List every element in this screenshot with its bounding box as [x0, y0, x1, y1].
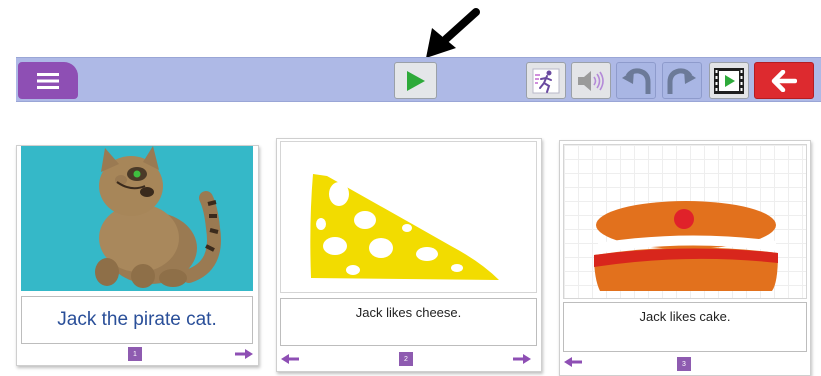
running-person-icon: [532, 68, 560, 93]
page-card[interactable]: Jack likes cake. 3: [559, 140, 811, 376]
caption-box[interactable]: Jack likes cheese.: [280, 298, 537, 346]
page-number: 2: [399, 352, 413, 366]
play-icon: [406, 70, 425, 91]
redo-icon: [667, 67, 696, 94]
back-button[interactable]: [754, 62, 814, 99]
page-card[interactable]: Jack likes cheese. 2: [276, 138, 542, 372]
undo-button[interactable]: [616, 62, 656, 99]
film-play-icon: [714, 67, 744, 94]
hamburger-icon: [37, 72, 59, 89]
play-button[interactable]: [394, 62, 437, 99]
caption-text: Jack the pirate cat.: [57, 309, 217, 330]
next-page-arrow-icon[interactable]: [235, 349, 253, 359]
previous-page-arrow-icon[interactable]: [281, 354, 299, 364]
caption-text: Jack likes cheese.: [355, 305, 462, 320]
undo-icon: [622, 67, 651, 94]
page-card[interactable]: Jack the pirate cat. 1: [16, 145, 259, 366]
next-page-arrow-icon[interactable]: [513, 354, 531, 364]
page-number: 1: [128, 347, 142, 361]
redo-button[interactable]: [662, 62, 702, 99]
sign-language-button[interactable]: [526, 62, 566, 99]
cat-picture: [21, 146, 253, 291]
caption-text: Jack likes cake.: [639, 309, 731, 324]
annotation-arrow-icon: [426, 8, 480, 58]
page-number: 3: [677, 357, 691, 371]
cheese-picture: [280, 141, 537, 293]
sound-button[interactable]: [571, 62, 611, 99]
previous-page-arrow-icon[interactable]: [564, 357, 582, 367]
cake-picture: [563, 144, 807, 299]
speaker-icon: [578, 70, 604, 91]
arrow-left-icon: [771, 69, 797, 92]
toolbar: [16, 57, 821, 102]
caption-box[interactable]: Jack likes cake.: [563, 302, 807, 352]
menu-button[interactable]: [18, 62, 78, 99]
caption-box[interactable]: Jack the pirate cat.: [21, 296, 253, 344]
slideshow-button[interactable]: [709, 62, 749, 99]
